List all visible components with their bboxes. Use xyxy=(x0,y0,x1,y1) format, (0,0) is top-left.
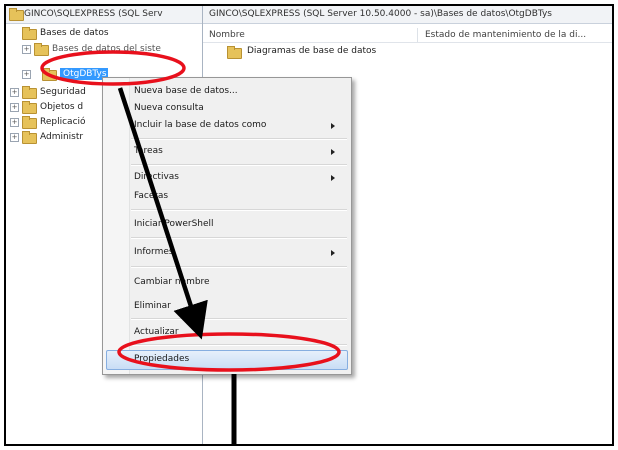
red-circle-propiedades xyxy=(117,332,341,372)
arrow-to-propiedades xyxy=(117,87,208,340)
screenshot-frame: GINCO\SQLEXPRESS (SQL Serv Bases de dato… xyxy=(4,4,614,446)
annotation-overlay xyxy=(40,50,341,444)
red-circle-database xyxy=(40,50,186,86)
